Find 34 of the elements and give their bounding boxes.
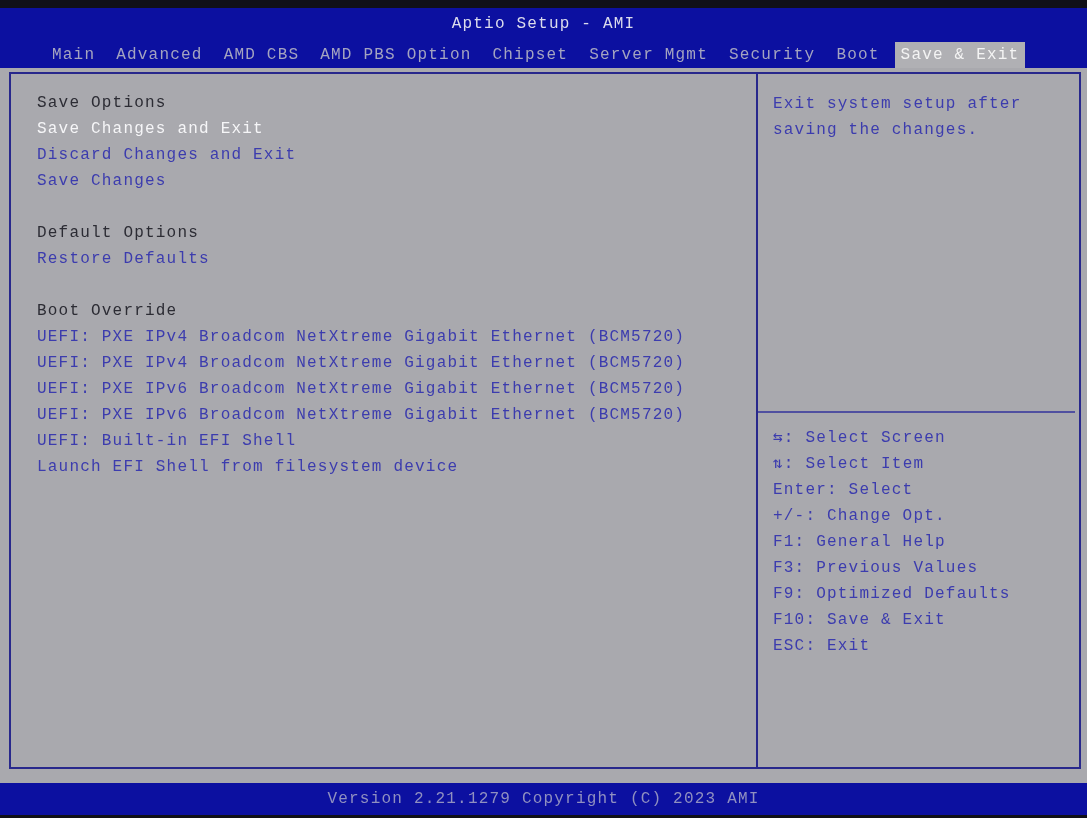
- menu-tab[interactable]: Security: [722, 42, 822, 68]
- menu-option[interactable]: UEFI: PXE IPv4 Broadcom NetXtreme Gigabit Ethernet (BCM5720): [37, 328, 686, 346]
- window-title: Aptio Setup - AMI: [451, 15, 636, 33]
- menu-option[interactable]: Save Changes and Exit: [37, 120, 264, 138]
- help-text: Exit system setup after saving the changes.: [773, 94, 1023, 141]
- key-hint: F1: General Help: [773, 533, 946, 551]
- menu-tab[interactable]: Save & Exit: [894, 42, 1026, 68]
- menu-tab[interactable]: AMD CBS: [217, 42, 306, 68]
- menu-tab[interactable]: Server Mgmt: [583, 42, 714, 68]
- key-hint: F3: Previous Values: [773, 559, 979, 577]
- menu-option[interactable]: Discard Changes and Exit: [37, 146, 297, 164]
- menu-option[interactable]: UEFI: PXE IPv4 Broadcom NetXtreme Gigabit Ethernet (BCM5720): [37, 354, 686, 372]
- key-hint: ⇅: Select Item: [773, 455, 925, 473]
- section-heading: Save Options: [37, 94, 167, 112]
- menu-tab[interactable]: Advanced: [110, 42, 209, 68]
- key-hint: F10: Save & Exit: [773, 611, 946, 629]
- menu-tab[interactable]: AMD PBS Option: [314, 42, 478, 68]
- menu-option[interactable]: UEFI: PXE IPv6 Broadcom NetXtreme Gigabit Ethernet (BCM5720): [37, 380, 686, 398]
- key-hint: ⇆: Select Screen: [773, 429, 946, 447]
- key-hint: +/-: Change Opt.: [773, 507, 946, 525]
- menu-option[interactable]: Restore Defaults: [37, 250, 210, 268]
- menu-option[interactable]: UEFI: Built-in EFI Shell: [37, 432, 297, 450]
- key-hint: F9: Optimized Defaults: [773, 585, 1011, 603]
- menu-tab[interactable]: Boot: [830, 42, 886, 68]
- section-heading: Default Options: [37, 224, 200, 242]
- menu-option[interactable]: Launch EFI Shell from filesystem device: [37, 458, 459, 476]
- key-hint: ESC: Exit: [773, 637, 871, 655]
- menu-tab[interactable]: Chipset: [486, 42, 575, 68]
- menu-option[interactable]: Save Changes: [37, 172, 167, 190]
- section-heading: Boot Override: [37, 302, 178, 320]
- version-text: Version 2.21.1279 Copyright (C) 2023 AMI: [327, 790, 760, 808]
- menu-option[interactable]: UEFI: PXE IPv6 Broadcom NetXtreme Gigabit Ethernet (BCM5720): [37, 406, 686, 424]
- menu-tab[interactable]: Main: [46, 42, 102, 68]
- key-hint: Enter: Select: [773, 481, 914, 499]
